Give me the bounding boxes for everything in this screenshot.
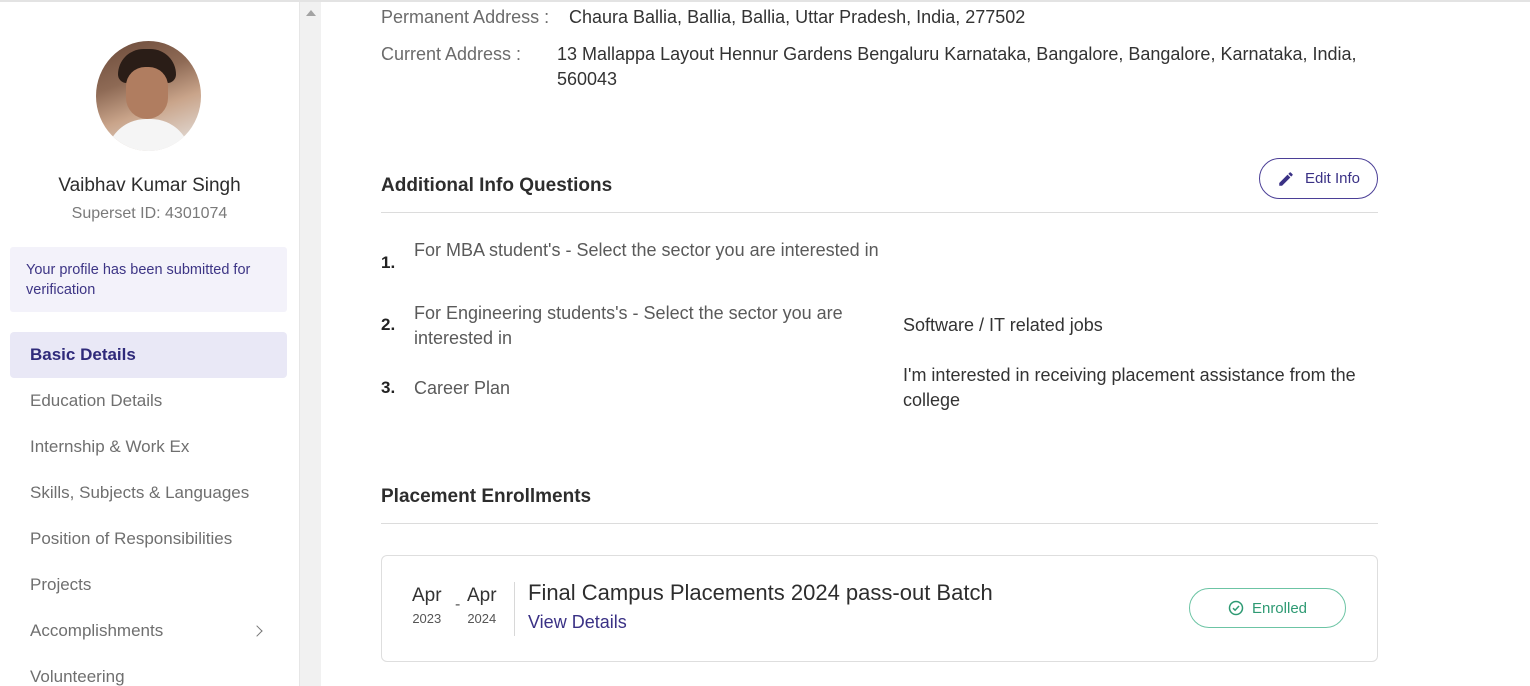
check-circle-icon (1228, 600, 1244, 616)
end-month: Apr (467, 585, 497, 606)
sidebar: Vaibhav Kumar Singh Superset ID: 4301074… (0, 2, 299, 686)
additional-info-title: Additional Info Questions (381, 175, 613, 196)
current-address-label: Current Address : (381, 44, 522, 64)
sidebar-scrollbar[interactable] (299, 2, 321, 686)
end-date: Apr 2024 (467, 584, 497, 628)
start-year: 2023 (412, 611, 442, 626)
enrollment-card: Apr 2023 - Apr 2024 Final Campus Placeme… (381, 555, 1378, 662)
nav-item-internship-work-ex[interactable]: Internship & Work Ex (10, 424, 287, 470)
start-date: Apr 2023 (412, 584, 442, 628)
nav-item-label: Education Details (30, 391, 163, 410)
nav-item-volunteering[interactable]: Volunteering (10, 654, 287, 686)
placement-enrollments-title: Placement Enrollments (381, 486, 592, 507)
nav-item-label: Accomplishments (30, 621, 164, 640)
profile-nav: Basic Details Education Details Internsh… (10, 332, 287, 686)
superset-id: Superset ID: 4301074 (71, 205, 228, 222)
nav-item-label: Position of Responsibilities (30, 529, 233, 548)
nav-item-skills[interactable]: Skills, Subjects & Languages (10, 470, 287, 516)
enrolled-status-label: Enrolled (1251, 599, 1308, 617)
permanent-address-label: Permanent Address : (381, 7, 550, 27)
nav-item-label: Basic Details (30, 345, 136, 364)
permanent-address-row: Permanent Address : Chaura Ballia, Balli… (381, 5, 1381, 30)
question-answer: Software / IT related jobs (903, 315, 1103, 335)
scroll-up-arrow-icon[interactable] (306, 10, 316, 16)
date-dash: - (455, 596, 461, 613)
nav-item-projects[interactable]: Projects (10, 562, 287, 608)
question-number: 3. (381, 378, 396, 397)
end-year: 2024 (467, 611, 497, 626)
question-number: 1. (381, 253, 396, 272)
pencil-icon (1279, 171, 1293, 186)
question-text: For MBA student's - Select the sector yo… (414, 240, 879, 260)
nav-item-accomplishments[interactable]: Accomplishments (10, 608, 287, 654)
app-root: Vaibhav Kumar Singh Superset ID: 4301074… (0, 0, 1530, 686)
edit-info-label: Edit Info (1304, 170, 1361, 187)
nav-item-label: Volunteering (30, 667, 125, 686)
section-divider (381, 523, 1378, 524)
verification-notice: Your profile has been submitted for veri… (10, 247, 287, 312)
edit-info-button[interactable]: Edit Info (1259, 158, 1378, 199)
nav-item-education-details[interactable]: Education Details (10, 378, 287, 424)
nav-item-positions[interactable]: Position of Responsibilities (10, 516, 287, 562)
current-address-row: Current Address : 13 Mallappa Layout Hen… (381, 42, 1381, 92)
question-text: For Engineering students's - Select the … (414, 303, 843, 348)
section-divider (381, 212, 1378, 213)
view-details-link[interactable]: View Details (528, 612, 627, 633)
start-month: Apr (412, 585, 442, 606)
user-name: Vaibhav Kumar Singh (58, 175, 241, 196)
enrollment-title: Final Campus Placements 2024 pass-out Ba… (528, 580, 993, 605)
nav-item-label: Projects (30, 575, 92, 594)
chevron-right-icon (251, 625, 263, 637)
nav-item-basic-details[interactable]: Basic Details (10, 332, 287, 378)
question-number: 2. (381, 315, 396, 334)
nav-item-label: Internship & Work Ex (30, 437, 190, 456)
question-answer: I'm interested in receiving placement as… (903, 365, 1356, 410)
enrolled-status-badge: Enrolled (1189, 588, 1346, 628)
main-content: Permanent Address : Chaura Ballia, Balli… (321, 2, 1530, 686)
question-text: Career Plan (414, 378, 511, 398)
avatar (96, 41, 201, 151)
permanent-address-value: Chaura Ballia, Ballia, Ballia, Uttar Pra… (569, 7, 1026, 27)
card-separator (514, 582, 515, 636)
nav-item-label: Skills, Subjects & Languages (30, 483, 250, 502)
current-address-value: 13 Mallappa Layout Hennur Gardens Bengal… (557, 44, 1357, 89)
